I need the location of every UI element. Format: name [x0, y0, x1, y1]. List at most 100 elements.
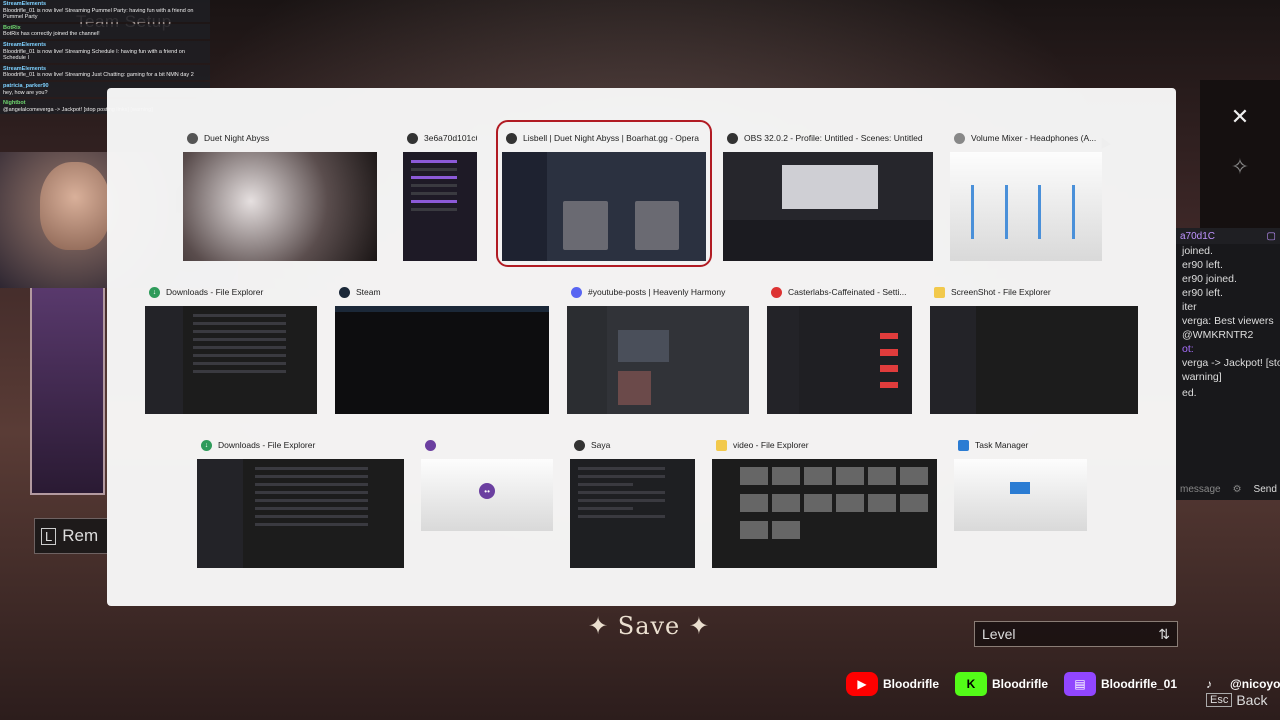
overlay-chat-message: StreamElements Bloodrifle_01 is now live!… [0, 40, 210, 63]
window-thumbnail [183, 152, 377, 261]
twitch-chat-header: a70d1C ▢ [1176, 228, 1280, 244]
overlay-chat-text: Bloodrifle_01 is now live! Streaming Pum… [3, 7, 194, 21]
window-thumbnail [930, 306, 1138, 414]
twitch-chat-line: @WMKRNTR2 [1182, 329, 1254, 341]
emblem-outline-icon[interactable]: ✧ [1200, 154, 1280, 180]
window-thumbnail [403, 152, 477, 261]
overlay-chat-message: StreamElements Bloodrifle_01 is now live!… [0, 0, 210, 22]
steam-icon [339, 286, 350, 298]
window-downloads-explorer[interactable]: ↓ Downloads - File Explorer [145, 280, 317, 414]
window-thumbnail [723, 152, 933, 261]
window-thumbnail [767, 306, 912, 414]
overlay-chat-message: StreamElements Bloodrifle_01 is now live!… [0, 64, 210, 80]
window-title: OBS 32.0.2 - Profile: Untitled - Scenes:… [744, 133, 923, 143]
window-thumbnail [712, 459, 937, 568]
window-title: Duet Night Abyss [204, 133, 270, 143]
save-ornament-left: ✦ [588, 612, 610, 640]
window-duet-night-abyss[interactable]: Duet Night Abyss [183, 126, 377, 261]
back-label: Back [1236, 692, 1268, 708]
save-button[interactable]: ✦ Save ✦ [588, 612, 710, 640]
social-link-youtube: ▶ Bloodrifle [846, 672, 939, 696]
back-button[interactable]: Esc Back [1206, 692, 1267, 708]
overlay-chat-username: BotRix [3, 24, 21, 31]
window-thumbnail [197, 459, 404, 568]
window-title: Lisbell | Duet Night Abyss | Boarhat.gg … [523, 133, 699, 143]
window-title: 3e6a70d101c61... [424, 133, 477, 143]
chat-app-icon [425, 439, 436, 451]
twitch-chat-line: verga -> Jackpot! [stop [1182, 357, 1280, 369]
window-lisbell-opera[interactable]: Lisbell | Duet Night Abyss | Boarhat.gg … [496, 120, 712, 267]
save-label: Save [617, 612, 681, 640]
chat-input-placeholder: message [1180, 483, 1221, 495]
overlay-chat-text: BotRix has correctly joined the channel! [3, 31, 100, 38]
twitch-chat-input[interactable]: message ⚙ Send [1176, 478, 1280, 500]
window-title: Casterlabs-Caffeinated - Setti... [788, 287, 907, 297]
sort-order-icon[interactable]: ⇅ [1158, 626, 1170, 643]
window-title: #youtube-posts | Heavenly Harmony [588, 287, 726, 297]
window-title: video - File Explorer [733, 440, 809, 450]
social-handle: Bloodrifle [883, 677, 939, 691]
window-thumbnail: •• [421, 459, 553, 531]
esc-key-hint: Esc [1206, 693, 1233, 707]
save-ornament-right: ✦ [688, 612, 711, 640]
window-discord-youtube-posts[interactable]: #youtube-posts | Heavenly Harmony [567, 280, 749, 414]
remove-button[interactable]: L Rem [34, 518, 109, 554]
folder-icon [716, 439, 727, 451]
character-portrait [30, 280, 105, 495]
window-saya[interactable]: Saya [570, 433, 695, 568]
discord-icon [571, 286, 582, 298]
twitch-chat-line: warning] [1182, 371, 1222, 383]
twitch-chat-line: er90 left. [1182, 259, 1223, 271]
overlay-chat-message: BotRix BotRix has correctly joined the ch… [0, 23, 210, 39]
youtube-icon: ▶ [846, 672, 878, 696]
window-volume-mixer[interactable]: Volume Mixer - Headphones (A... [950, 126, 1102, 261]
settings-gear-icon[interactable]: ⚙ [1233, 484, 1242, 495]
twitch-chat-panel: a70d1C ▢ joined. er90 left. er90 joined. er… [1176, 228, 1280, 498]
opera-icon [407, 132, 418, 144]
emblem-icon[interactable]: ✕ [1200, 104, 1280, 130]
window-task-manager[interactable]: Task Manager [954, 433, 1087, 531]
window-downloads-explorer-2[interactable]: ↓ Downloads - File Explorer [197, 433, 404, 568]
window-steam[interactable]: Steam [335, 280, 549, 414]
window-title: Downloads - File Explorer [218, 440, 316, 450]
window-casterlabs[interactable]: Casterlabs-Caffeinated - Setti... [767, 280, 912, 414]
window-thumbnail [502, 152, 706, 261]
window-obs[interactable]: OBS 32.0.2 - Profile: Untitled - Scenes:… [723, 126, 933, 261]
window-title: Steam [356, 287, 381, 297]
download-icon: ↓ [201, 439, 212, 451]
window-chat-app[interactable]: •• [421, 433, 553, 531]
overlay-chat-text: Bloodrifle_01 is now live! Streaming Jus… [3, 72, 194, 79]
sort-level-dropdown[interactable]: Level ⇅ [974, 621, 1178, 647]
twitch-chat-line: ot: [1182, 343, 1194, 355]
window-title: ScreenShot - File Explorer [951, 287, 1051, 297]
window-video-explorer[interactable]: video - File Explorer [712, 433, 937, 568]
send-button[interactable]: Send [1254, 484, 1277, 495]
streamer-face [40, 162, 110, 250]
opera-icon [506, 132, 517, 144]
window-thumbnail [570, 459, 695, 568]
obs-icon [727, 132, 738, 144]
twitch-chat-line: joined. [1182, 245, 1213, 257]
twitch-chat-messages: joined. er90 left. er90 joined. er90 left. i… [1176, 244, 1280, 400]
popout-icon[interactable]: ▢ [1267, 231, 1276, 242]
saya-icon [574, 439, 585, 451]
social-handle: Bloodrifle [992, 677, 1048, 691]
overlay-chat-username: StreamElements [3, 41, 47, 48]
speaker-icon [954, 132, 965, 144]
twitch-chat-line: ed. [1182, 387, 1197, 399]
overlay-chat-text: Bloodrifle_01 is now live! Streaming Sch… [3, 48, 185, 62]
twitch-chat-line: er90 left. [1182, 287, 1223, 299]
remove-label: Rem [62, 526, 99, 545]
window-3e6a70d101c61[interactable]: 3e6a70d101c61... [403, 126, 477, 261]
social-handle: Bloodrifle_01 [1101, 677, 1178, 691]
social-link-kick: K Bloodrifle [955, 672, 1048, 696]
window-screenshot-explorer[interactable]: ScreenShot - File Explorer [930, 280, 1138, 414]
l-key-hint: L [41, 527, 57, 545]
casterlabs-icon [771, 286, 782, 298]
twitch-chat-line: er90 joined. [1182, 273, 1237, 285]
sort-label: Level [982, 626, 1016, 642]
twitch-chat-line: iter [1182, 301, 1197, 313]
window-thumbnail [145, 306, 317, 414]
twitch-icon: ▤ [1064, 672, 1096, 696]
window-title: Saya [591, 440, 611, 450]
